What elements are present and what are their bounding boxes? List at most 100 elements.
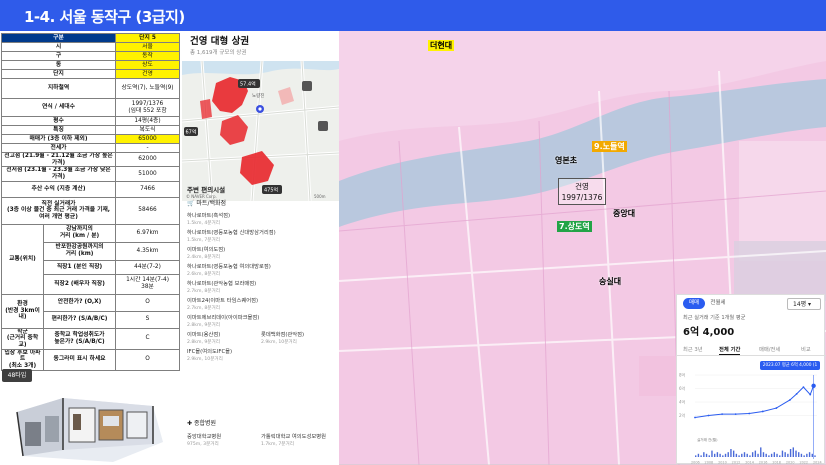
poi-item[interactable]: 이마트에브리데이(아이파크몰점) 2.8km, 9분거리 bbox=[187, 313, 259, 328]
cart-icon: 🛒 bbox=[187, 200, 195, 207]
row-label: 연식 / 세대수 bbox=[0, 98, 117, 117]
amenities-title: 주변 편의시설 bbox=[187, 186, 226, 194]
mart-category: 🛒 마트/백화점 bbox=[187, 200, 227, 207]
poi-item[interactable]: 하나로마트(영등포농협 여의대방로점) 2.6km, 8분거리 bbox=[187, 262, 271, 277]
map-label-sangdo-station: 7.상도역 bbox=[557, 221, 592, 232]
map-label-nodeul-station: 9.노들역 bbox=[592, 141, 627, 152]
type-48-button[interactable]: 48타입 bbox=[2, 369, 32, 382]
poi-item[interactable]: 롯데백화점(관악점) 2.9km, 10분거리 bbox=[261, 330, 304, 345]
table-row: 시 서울 bbox=[0, 42, 181, 52]
data-point bbox=[788, 399, 791, 401]
tab-all-period[interactable]: 전체 기간 bbox=[719, 345, 741, 355]
hospital-item[interactable]: 가톨릭대학교 여의도성모병원 1.7km, 7분거리 bbox=[261, 432, 326, 447]
hospital-item[interactable]: 중앙대학교병원 975m, 3분거리 bbox=[187, 432, 221, 447]
row-value: 서울 bbox=[115, 42, 181, 52]
period-tabs: 최근 3년 전체 기간 매매/전세 비교 bbox=[677, 344, 826, 356]
candidate-group-label: 입장 후보 아파트 (최소 3개) bbox=[1, 348, 44, 371]
row-label: 단지 bbox=[0, 69, 117, 79]
volume-bar bbox=[779, 455, 781, 457]
volume-bar bbox=[705, 453, 708, 457]
size-dropdown[interactable]: 14평 ▾ bbox=[787, 298, 821, 310]
row-value: 62000 bbox=[115, 151, 181, 168]
table-row: 입장 후보 아파트 (최소 3개) 동그라미 표시 하세요 O bbox=[1, 348, 181, 371]
x-tick-label: 2020 bbox=[786, 461, 795, 465]
hospital-icon: ✚ bbox=[187, 420, 193, 427]
volume-bar bbox=[695, 455, 697, 457]
volume-bar bbox=[773, 452, 776, 457]
row-label: 동그라미 표시 하세요 bbox=[42, 348, 117, 371]
poi-item[interactable]: 이마트(용산점) 2.8km, 9분거리 bbox=[187, 330, 220, 345]
row-value: O bbox=[115, 293, 181, 312]
page-title: 1-4. 서울 동작구 (3급지) bbox=[24, 8, 185, 26]
poi-item[interactable]: IFC몰(여의도IFC몰) 2.9km, 10분거리 bbox=[187, 347, 232, 362]
row-value: 복도식 bbox=[115, 125, 181, 135]
row-label: 안전한가? (O,X) bbox=[42, 293, 117, 312]
tab-recent-3y[interactable]: 최근 3년 bbox=[683, 345, 703, 353]
row-value: 상도역(7), 노들역(9) bbox=[115, 78, 181, 99]
property-info-table: 구분 단지 5 시 서울 구 동작 동 상도 단지 건영 지하철역 상도역(7), 노들역(9) 연식 … bbox=[0, 33, 181, 371]
poi-item[interactable]: 이마트(여의도점) 2.4km, 8분거리 bbox=[187, 245, 225, 260]
poi-item[interactable]: 하나로마트(영등포농협 신대방삼거리점) 1.5km, 7분거리 bbox=[187, 228, 276, 243]
tab-sale-jeonse[interactable]: 매매/전세 bbox=[759, 345, 780, 353]
table-row: 전세가 - bbox=[0, 143, 181, 153]
volume-axis-label: 실거래 건(월) bbox=[697, 437, 718, 442]
commercial-area-title: 건영 대형 상권 bbox=[190, 36, 250, 47]
row-label: 지하철역 bbox=[0, 78, 117, 99]
price-chart[interactable]: 8억 6억 4억 2억실거래 건(월) 2006 2008 2010 2012 2014 2016… bbox=[677, 371, 826, 465]
tab-compare[interactable]: 비교 bbox=[801, 345, 811, 353]
row-value: 14평(4층) bbox=[115, 116, 181, 126]
apartment-info: 1997/1376 bbox=[561, 193, 603, 202]
volume-bar bbox=[719, 453, 721, 457]
x-tick-label: 2014 bbox=[745, 461, 754, 465]
apartment-marker[interactable]: 건영 1997/1376 bbox=[558, 178, 606, 205]
row-label: 직장2 (배우자 직장) bbox=[42, 273, 117, 295]
row-label: 전세가 bbox=[0, 143, 117, 153]
map-scale: 500m bbox=[314, 194, 326, 199]
commercial-map[interactable]: 57.4억 67억 475억 노량진 © NAVER Corp. 500m bbox=[182, 61, 339, 201]
y-tick-label: 4억 bbox=[679, 399, 686, 405]
row-value: 상도 bbox=[115, 60, 181, 70]
map-price-label-1: 57.4억 bbox=[240, 81, 256, 88]
row-value: S bbox=[115, 310, 181, 329]
volume-bar bbox=[713, 453, 716, 457]
map-label-chungang-univ: 중앙대 bbox=[613, 209, 636, 218]
poi-item[interactable]: 이마트24(이마트 타임스퀘어점) 2.7km, 8분거리 bbox=[187, 296, 258, 311]
row-label: 전저점 (23.1월 - 23.3월 조금 가장 낮은 가격) bbox=[0, 166, 117, 182]
volume-bar bbox=[776, 453, 778, 457]
volume-bar bbox=[732, 450, 735, 457]
volume-bar bbox=[749, 455, 751, 457]
table-header-row: 구분 단지 5 bbox=[0, 33, 181, 43]
row-label: 중학교 학업성취도가 높은가? (S/A/B/C) bbox=[42, 327, 117, 350]
poi-item[interactable]: 하나로마트(관악농협 보라매점) 2.7km, 8분거리 bbox=[187, 279, 256, 294]
volume-bar bbox=[770, 453, 773, 457]
table-row: 연식 / 세대수 1997/1376 (임대 552 포함 bbox=[0, 98, 181, 117]
y-tick-label: 6억 bbox=[679, 385, 686, 391]
table-header-value: 단지 5 bbox=[115, 33, 181, 43]
y-tick-label: 2억 bbox=[679, 412, 686, 418]
row-value: 51000 bbox=[115, 166, 181, 182]
rent-tab[interactable]: 전월세 bbox=[707, 298, 729, 309]
table-row: 학군 (근거리 중학교) 중학교 학업성취도가 높은가? (S/A/B/C) C bbox=[1, 327, 181, 350]
table-row: 교통(위치) 강남까지의 거리 (km / 분) 6.97km bbox=[1, 223, 181, 295]
row-value: C bbox=[115, 327, 181, 350]
data-point bbox=[761, 410, 764, 413]
sale-tab[interactable]: 매매 bbox=[683, 298, 705, 309]
volume-bar bbox=[808, 452, 811, 457]
x-tick-label: 2008 bbox=[705, 461, 714, 465]
data-point bbox=[795, 393, 798, 395]
map-price-label-2: 67억 bbox=[186, 129, 197, 136]
table-row: 직전 실거래가 (3층 이상 물건 중 최근 거래 가격을 기재, 여러 개면 … bbox=[0, 196, 181, 225]
volume-bar bbox=[716, 452, 719, 457]
row-value: 7466 bbox=[115, 180, 181, 198]
school-group-label: 학군 (근거리 중학교) bbox=[1, 327, 44, 350]
map-label-yeongbon-school: 영본초 bbox=[555, 156, 578, 165]
row-label: 평수 bbox=[0, 116, 117, 126]
poi-item[interactable]: 하나로마트(흑석점) 1.5km, 4분거리 bbox=[187, 211, 230, 226]
volume-bar bbox=[781, 450, 784, 457]
volume-bar bbox=[724, 453, 727, 457]
row-label: 강남까지의 거리 (km / 분) bbox=[42, 223, 117, 243]
commercial-area-subtitle: 총 1,619개 규모의 상권 bbox=[190, 50, 247, 56]
row-value: O bbox=[115, 348, 181, 371]
map-label-soongsil-univ: 숭실대 bbox=[599, 277, 622, 286]
data-point bbox=[748, 412, 751, 415]
